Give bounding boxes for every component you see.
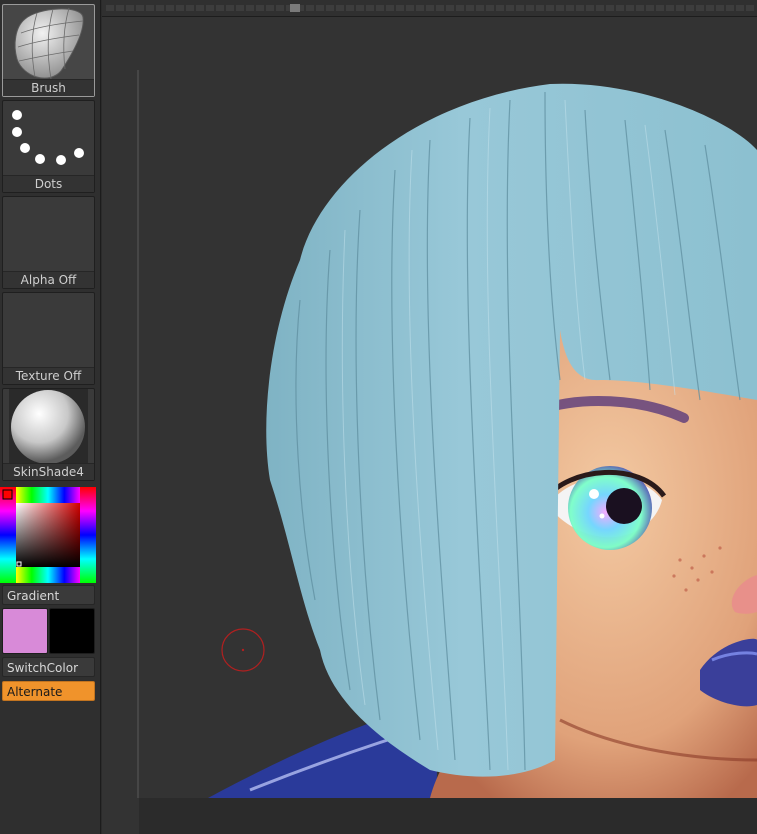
- ruler-tick: [606, 5, 614, 11]
- ruler-tick: [706, 5, 714, 11]
- ruler-tick: [156, 5, 164, 11]
- document-canvas[interactable]: [102, 17, 757, 834]
- ruler-tick: [406, 5, 414, 11]
- ruler-tick: [736, 5, 744, 11]
- ruler-tick: [486, 5, 494, 11]
- ruler-tick: [126, 5, 134, 11]
- ruler-tick: [496, 5, 504, 11]
- ruler-tick: [546, 5, 554, 11]
- ruler-tick: [656, 5, 664, 11]
- switch-color-button[interactable]: SwitchColor: [2, 657, 95, 677]
- ruler-tick: [426, 5, 434, 11]
- ruler-tick: [266, 5, 274, 11]
- stroke-slot[interactable]: Dots: [2, 100, 95, 193]
- ruler-tick: [356, 5, 364, 11]
- ruler-tick: [676, 5, 684, 11]
- stroke-label: Dots: [3, 175, 94, 192]
- ruler-tick: [176, 5, 184, 11]
- brush-slot[interactable]: Brush: [2, 4, 95, 97]
- ruler-tick: [466, 5, 474, 11]
- alpha-label: Alpha Off: [3, 271, 94, 288]
- ruler-tick: [386, 5, 394, 11]
- ruler-tick: [716, 5, 724, 11]
- alternate-button[interactable]: Alternate: [2, 681, 95, 701]
- texture-slot[interactable]: Texture Off: [2, 292, 95, 385]
- ruler-tick: [136, 5, 144, 11]
- ruler-tick: [596, 5, 604, 11]
- ruler-tick: [696, 5, 704, 11]
- secondary-color-swatch[interactable]: [49, 608, 95, 654]
- ruler-tick: [276, 5, 284, 11]
- ruler-tick: [636, 5, 644, 11]
- ruler-tick: [586, 5, 594, 11]
- alpha-slot[interactable]: Alpha Off: [2, 196, 95, 289]
- ruler-tick: [436, 5, 444, 11]
- ruler-tick: [236, 5, 244, 11]
- ruler-tick: [456, 5, 464, 11]
- dots-stroke-icon: [3, 101, 94, 176]
- ruler-tick: [666, 5, 674, 11]
- ruler-tick: [746, 5, 754, 11]
- brush-label: Brush: [3, 79, 94, 96]
- ruler-tick: [516, 5, 524, 11]
- ruler-tick: [536, 5, 544, 11]
- ruler-tick: [506, 5, 514, 11]
- ruler-tick: [446, 5, 454, 11]
- material-label: SkinShade4: [3, 463, 94, 480]
- ruler-tick: [416, 5, 424, 11]
- ruler-tick: [726, 5, 734, 11]
- material-sphere-icon: [3, 389, 94, 465]
- ruler-tick: [106, 5, 114, 11]
- ruler-tick: [526, 5, 534, 11]
- tool-shelf: Brush Dots Alpha Off Texture Off SkinSha…: [0, 0, 101, 834]
- ruler-tick: [476, 5, 484, 11]
- sculpt-viewport[interactable]: [102, 17, 757, 834]
- scrollbar-handle[interactable]: [290, 4, 300, 12]
- ruler-tick: [686, 5, 694, 11]
- ruler-tick: [346, 5, 354, 11]
- ruler-tick: [226, 5, 234, 11]
- ruler-tick: [376, 5, 384, 11]
- ruler-tick: [116, 5, 124, 11]
- ruler-tick: [206, 5, 214, 11]
- ruler-tick: [166, 5, 174, 11]
- ruler-tick: [396, 5, 404, 11]
- ruler-tick: [566, 5, 574, 11]
- ruler-tick: [626, 5, 634, 11]
- gradient-toggle[interactable]: Gradient: [2, 585, 95, 605]
- ruler-tick: [256, 5, 264, 11]
- ruler-tick: [556, 5, 564, 11]
- top-scrollbar[interactable]: [102, 0, 757, 17]
- texture-label: Texture Off: [3, 367, 94, 384]
- ruler-tick: [306, 5, 314, 11]
- ruler-tick: [646, 5, 654, 11]
- ruler-tick: [326, 5, 334, 11]
- ruler-tick: [616, 5, 624, 11]
- ruler-tick: [146, 5, 154, 11]
- ruler-tick: [316, 5, 324, 11]
- ruler-tick: [336, 5, 344, 11]
- main-color-swatch[interactable]: [2, 608, 48, 654]
- ruler-tick: [216, 5, 224, 11]
- material-slot[interactable]: SkinShade4: [2, 388, 95, 481]
- brush-icon: [3, 5, 94, 80]
- color-picker[interactable]: [0, 487, 96, 583]
- ruler-tick: [196, 5, 204, 11]
- ruler-tick: [366, 5, 374, 11]
- ruler-tick: [186, 5, 194, 11]
- ruler-tick: [576, 5, 584, 11]
- ruler-tick: [246, 5, 254, 11]
